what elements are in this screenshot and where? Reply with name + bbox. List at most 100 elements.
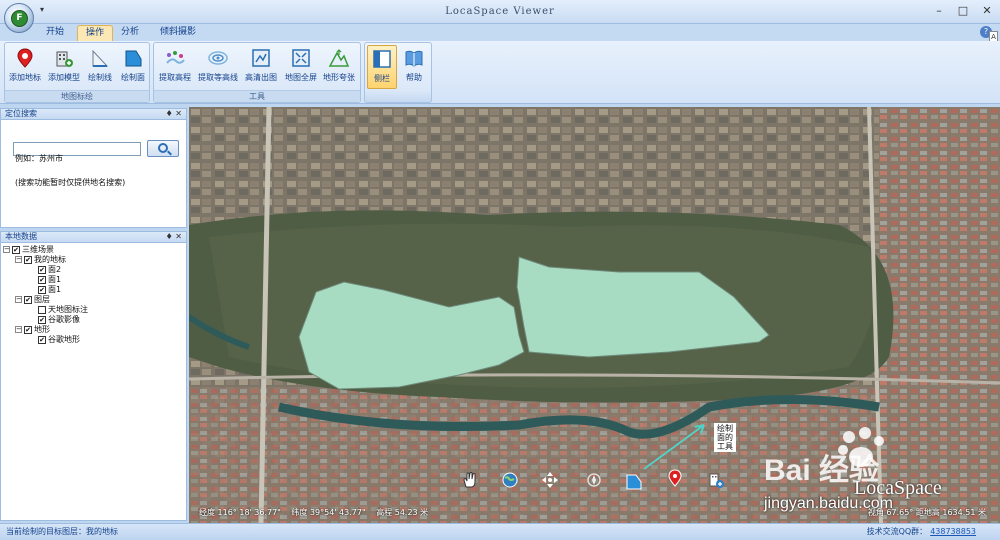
search-note: (搜索功能暂时仅提供地名搜索) (15, 178, 126, 187)
tab-oblique-photography[interactable]: 倾斜摄影 (152, 25, 204, 41)
elevation-points-icon (164, 47, 186, 69)
ribbon-group-label: 工具 (154, 90, 360, 102)
data-panel-controls: ♦ ✕ (166, 232, 182, 242)
close-icon[interactable]: ✕ (175, 232, 182, 241)
tree-node-label: 面2 (48, 265, 62, 274)
search-panel-title: 定位搜索 (5, 109, 37, 118)
tree-node[interactable]: ✔ 谷歌地形 (27, 335, 80, 345)
draw-polygon-tooltip: 绘制面的工具 (714, 423, 736, 452)
hd-export-button[interactable]: 高清出图 (242, 45, 280, 89)
draw-polygon-tool-icon[interactable] (625, 473, 643, 491)
tree-node-label: 谷歌影像 (48, 315, 80, 324)
pan-hand-icon[interactable] (461, 471, 479, 489)
tree-node[interactable]: ✔ 面1 (27, 275, 61, 285)
map-view[interactable]: 绘制面的工具 Bai 经验 LocaSpace jingyan.baidu.co… (189, 107, 1000, 523)
add-model-button[interactable]: 添加模型 (45, 45, 83, 89)
search-button[interactable] (147, 140, 179, 157)
tree-checkbox[interactable]: ✔ (38, 265, 46, 274)
window-controls: – □ ✕ (932, 4, 994, 17)
tree-node[interactable]: 天地图标注 (27, 305, 88, 315)
status-bar: 当前绘制的目标图层：我的地标 技术交流QQ群： 438738853 (0, 523, 1000, 540)
sidebar-toggle-button[interactable]: 侧栏 (367, 45, 397, 89)
qq-group-info: 技术交流QQ群： 438738853 (866, 527, 976, 536)
search-example: 例如：苏州市 (15, 154, 63, 163)
tree-checkbox[interactable]: ✔ (38, 285, 46, 294)
extract-elevation-button[interactable]: 提取高程 (156, 45, 194, 89)
tree-node-label: 图层 (34, 295, 50, 304)
data-panel-title: 本地数据 (5, 232, 37, 241)
ribbon: 添加地标 添加模型 绘制线 绘制面 地图标绘 提取高程 提取等高线 高清出图 地… (0, 41, 1000, 104)
search-panel-header: 定位搜索 ♦ ✕ (0, 108, 187, 120)
tree-checkbox[interactable]: ✔ (12, 245, 20, 254)
tree-node-label: 我的地标 (34, 255, 66, 264)
tab-analysis[interactable]: 分析 (113, 25, 147, 41)
close-button[interactable]: ✕ (980, 4, 994, 17)
fullscreen-icon (290, 47, 312, 69)
tree-checkbox[interactable] (38, 305, 46, 314)
move-arrows-icon[interactable] (541, 471, 559, 489)
minimize-button[interactable]: – (932, 4, 946, 17)
tree-expander-icon[interactable]: − (15, 296, 22, 303)
eye-height-readout: 视角 67.65° 距地高 1634.51 米 (867, 508, 986, 517)
tree-node[interactable]: − ✔ 图层 (15, 295, 50, 305)
add-placemark-button[interactable]: 添加地标 (7, 45, 43, 89)
tree-expander-icon[interactable]: − (3, 246, 10, 253)
pin-icon[interactable]: ♦ (166, 109, 173, 118)
tree-checkbox[interactable]: ✔ (24, 325, 32, 334)
draw-line-icon (89, 47, 111, 69)
tree-node-label: 三维场景 (22, 245, 54, 254)
tree-node[interactable]: ✔ 面2 (27, 265, 61, 275)
coordinates-readout: 经度 116° 18' 36.77" 纬度 39°54' 43.77" 高程 5… (199, 507, 436, 518)
placemark-tool-icon[interactable] (666, 469, 684, 487)
tree-checkbox[interactable]: ✔ (24, 295, 32, 304)
tree-checkbox[interactable]: ✔ (38, 335, 46, 344)
draw-polygon-icon (122, 47, 144, 69)
latitude-readout: 纬度 39°54' 43.77" (291, 508, 366, 517)
tree-node[interactable]: ✔ 面1 (27, 285, 61, 295)
draw-line-button[interactable]: 绘制线 (85, 45, 115, 89)
book-icon (403, 47, 425, 69)
elevation-readout: 高程 54.23 米 (376, 508, 429, 517)
map-fullscreen-button[interactable]: 地图全屏 (282, 45, 320, 89)
restore-button[interactable]: □ (956, 4, 970, 17)
tab-start[interactable]: 开始 (38, 25, 72, 41)
tree-node-label: 地形 (34, 325, 50, 334)
tab-operate[interactable]: 操作 (77, 25, 114, 41)
tree-node-label: 面1 (48, 275, 62, 284)
tree-node-label: 谷歌地形 (48, 335, 80, 344)
add-model-tool-icon[interactable] (707, 471, 725, 489)
tree-expander-icon[interactable]: − (15, 326, 22, 333)
current-layer-status: 当前绘制的目标图层：我的地标 (6, 527, 118, 536)
mountain-icon (328, 47, 350, 69)
building-model-icon (53, 47, 75, 69)
ribbon-tabs: 开始 操作 分析 倾斜摄影 ? (0, 24, 1000, 41)
tree-node[interactable]: − ✔ 地形 (15, 325, 50, 335)
map-pin-icon (14, 47, 36, 69)
compass-icon[interactable] (585, 471, 603, 489)
ribbon-group-view: 侧栏 帮助 (364, 42, 432, 103)
tree-node[interactable]: ✔ 谷歌影像 (27, 315, 80, 325)
ribbon-group-label: 地图标绘 (5, 90, 149, 102)
tree-expander-icon[interactable]: − (15, 256, 22, 263)
contour-lines-icon (207, 47, 229, 69)
tree-node[interactable]: − ✔ 我的地标 (15, 255, 66, 265)
help-button[interactable]: 帮助 (399, 45, 429, 89)
draw-polygon-button[interactable]: 绘制面 (117, 45, 149, 89)
tree-checkbox[interactable]: ✔ (38, 275, 46, 284)
tree-checkbox[interactable]: ✔ (38, 315, 46, 324)
terrain-exaggeration-button[interactable]: 地形夸张 (320, 45, 358, 89)
extract-contour-button[interactable]: 提取等高线 (196, 45, 240, 89)
application-menu-button[interactable]: F (4, 3, 34, 33)
pin-icon[interactable]: ♦ (166, 232, 173, 241)
app-logo-icon: F (11, 10, 28, 27)
qq-group-link[interactable]: 438738853 (930, 527, 976, 536)
close-icon[interactable]: ✕ (175, 109, 182, 118)
tree-checkbox[interactable]: ✔ (24, 255, 32, 264)
longitude-readout: 经度 116° 18' 36.77" (199, 508, 281, 517)
globe-icon[interactable] (501, 471, 519, 489)
tree-node-label: 面1 (48, 285, 62, 294)
search-panel-controls: ♦ ✕ (166, 109, 182, 119)
data-panel-header: 本地数据 ♦ ✕ (0, 231, 187, 243)
tree-node[interactable]: − ✔ 三维场景 (3, 245, 54, 255)
title-bar: ▾ LocaSpace Viewer – □ ✕ (0, 0, 1000, 24)
